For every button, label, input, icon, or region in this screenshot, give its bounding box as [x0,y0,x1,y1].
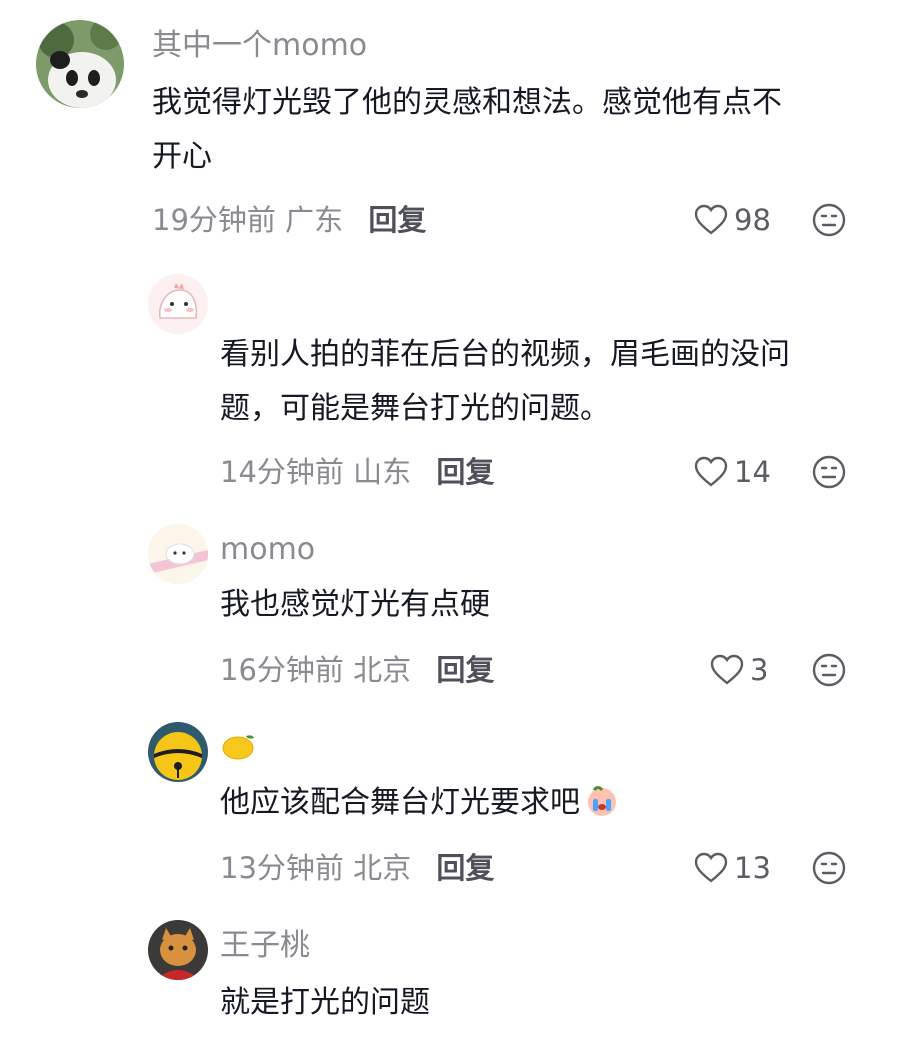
dislike-button[interactable] [812,653,846,687]
dislike-button[interactable] [812,851,846,885]
comment-text: 我觉得灯光毁了他的灵感和想法。感觉他有点不 [152,85,782,120]
timestamp: 16分钟前 [220,653,344,687]
lemon-emoji-icon [222,735,254,760]
username[interactable]: 王子桃 [220,928,310,964]
dislike-button[interactable] [812,455,846,489]
meh-face-icon [812,203,846,237]
location: 广东 [285,203,344,237]
reply-button[interactable]: 回复 [368,203,426,237]
username[interactable]: 其中一个momo [152,28,367,64]
comment-text: 看别人拍的菲在后台的视频，眉毛画的没问 [220,337,790,372]
like-count: 14 [734,455,771,489]
reply-button[interactable]: 回复 [436,455,494,489]
cartoon-avatar-icon [148,274,208,334]
like-count: 98 [734,203,771,237]
like-count: 3 [750,653,769,687]
timestamp: 14分钟前 [220,455,344,489]
avatar[interactable] [148,722,208,782]
timestamp: 19分钟前 [152,203,276,237]
location: 山东 [353,455,412,489]
crying-peach-emoji [588,786,616,816]
like-count: 13 [734,851,771,885]
heart-outline-icon [710,654,744,685]
cat-avatar-icon [148,920,208,980]
dislike-button[interactable] [812,203,846,237]
meh-face-icon [812,455,846,489]
like-button[interactable]: 98 [694,200,771,240]
panda-avatar-icon [36,20,124,108]
reply-button[interactable]: 回复 [436,851,494,885]
comment-meta: 14分钟前 山东 回复 [220,454,494,490]
comment-meta: 16分钟前 北京 回复 [220,652,494,688]
comment-text: 就是打光的问题 [220,985,430,1020]
reply-button[interactable]: 回复 [436,653,494,687]
timestamp: 13分钟前 [220,851,344,885]
bell-avatar-icon [148,722,208,782]
comment-meta: 19分钟前 广东 回复 [152,202,426,238]
location: 北京 [353,851,412,885]
heart-outline-icon [694,204,728,235]
comment-text-continued: 开心 [152,139,212,174]
heart-outline-icon [694,852,728,883]
avatar[interactable] [148,274,208,334]
comment-text-body: 他应该配合舞台灯光要求吧 [220,785,580,820]
heart-outline-icon [694,456,728,487]
comment-meta: 13分钟前 北京 回复 [220,850,494,886]
like-button[interactable]: 14 [694,452,771,492]
avatar[interactable] [148,524,208,584]
avatar[interactable] [36,20,124,108]
meh-face-icon [812,653,846,687]
location: 北京 [353,653,412,687]
like-button[interactable]: 3 [710,650,768,690]
comment-text: 我也感觉灯光有点硬 [220,587,490,622]
username[interactable]: 🍋 [220,728,256,767]
username[interactable]: momo [220,532,315,568]
like-button[interactable]: 13 [694,848,771,888]
comment-text: 他应该配合舞台灯光要求吧 [220,776,620,830]
avatar[interactable] [148,920,208,980]
comment-text-continued: 题，可能是舞台打光的问题。 [220,391,610,426]
meh-face-icon [812,851,846,885]
cartoon-avatar-icon [148,524,208,584]
